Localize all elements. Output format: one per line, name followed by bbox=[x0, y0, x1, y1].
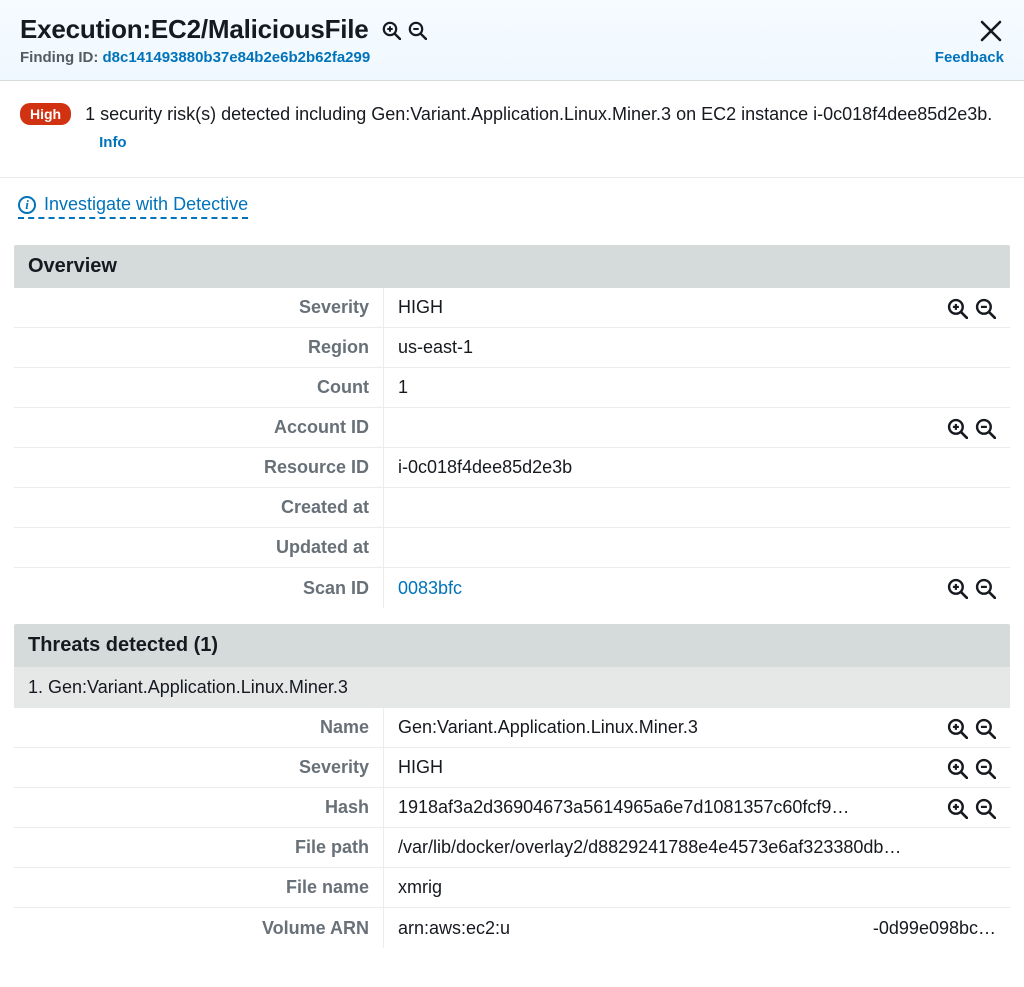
overview-section: Overview Severity HIGH Region us-east-1 … bbox=[14, 245, 1010, 608]
zoom-out-icon[interactable] bbox=[974, 417, 996, 439]
label-threat-severity: Severity bbox=[14, 748, 384, 787]
label-file-name: File name bbox=[14, 868, 384, 907]
zoom-out-icon[interactable] bbox=[974, 577, 996, 599]
finding-id-label: Finding ID: bbox=[20, 49, 98, 66]
row-file-name: File name xmrig bbox=[14, 868, 1010, 908]
row-volume-arn: Volume ARN arn:aws:ec2:u -0d99e098bc… bbox=[14, 908, 1010, 948]
description-body: 1 security risk(s) detected including Ge… bbox=[85, 104, 992, 124]
value-scan-id[interactable]: 0083bfc bbox=[398, 578, 462, 599]
threat-item-heading: 1. Gen:Variant.Application.Linux.Miner.3 bbox=[14, 667, 1010, 708]
value-volume-arn: arn:aws:ec2:u -0d99e098bc… bbox=[398, 918, 996, 939]
description-text: 1 security risk(s) detected including Ge… bbox=[85, 101, 1004, 155]
zoom-out-icon[interactable] bbox=[974, 797, 996, 819]
close-icon[interactable] bbox=[978, 18, 1004, 44]
label-severity: Severity bbox=[14, 288, 384, 327]
feedback-link[interactable]: Feedback bbox=[935, 49, 1004, 66]
finding-detail-panel: Execution:EC2/MaliciousFile Finding ID: … bbox=[0, 0, 1024, 948]
label-scan-id: Scan ID bbox=[14, 568, 384, 608]
value-count: 1 bbox=[398, 377, 408, 398]
investigate-row: i Investigate with Detective bbox=[0, 178, 1024, 229]
threats-section: Threats detected (1) 1. Gen:Variant.Appl… bbox=[14, 624, 1010, 948]
value-threat-name: Gen:Variant.Application.Linux.Miner.3 bbox=[398, 717, 698, 738]
zoom-out-icon[interactable] bbox=[407, 20, 427, 40]
value-threat-hash: 1918af3a2d36904673a5614965a6e7d1081357c6… bbox=[398, 797, 849, 818]
label-count: Count bbox=[14, 368, 384, 407]
zoom-in-icon[interactable] bbox=[946, 757, 968, 779]
row-account-id: Account ID bbox=[14, 408, 1010, 448]
zoom-in-icon[interactable] bbox=[946, 717, 968, 739]
severity-badge: High bbox=[20, 103, 71, 125]
volume-arn-right: -0d99e098bc… bbox=[826, 918, 996, 939]
row-updated-at: Updated at bbox=[14, 528, 1010, 568]
value-file-path: /var/lib/docker/overlay2/d8829241788e4e4… bbox=[398, 837, 901, 858]
row-region: Region us-east-1 bbox=[14, 328, 1010, 368]
value-severity: HIGH bbox=[398, 297, 443, 318]
zoom-out-icon[interactable] bbox=[974, 297, 996, 319]
label-region: Region bbox=[14, 328, 384, 367]
finding-title: Execution:EC2/MaliciousFile bbox=[20, 14, 369, 45]
investigate-label: Investigate with Detective bbox=[44, 194, 248, 215]
row-created-at: Created at bbox=[14, 488, 1010, 528]
finding-id-link[interactable]: d8c141493880b37e84b2e6b2b62fa299 bbox=[102, 49, 370, 66]
info-circle-icon: i bbox=[18, 196, 36, 214]
info-link[interactable]: Info bbox=[99, 134, 127, 151]
value-region: us-east-1 bbox=[398, 337, 473, 358]
row-scan-id: Scan ID 0083bfc bbox=[14, 568, 1010, 608]
zoom-in-icon[interactable] bbox=[946, 577, 968, 599]
overview-heading: Overview bbox=[14, 245, 1010, 288]
label-file-path: File path bbox=[14, 828, 384, 867]
label-threat-hash: Hash bbox=[14, 788, 384, 827]
zoom-in-icon[interactable] bbox=[946, 417, 968, 439]
zoom-out-icon[interactable] bbox=[974, 717, 996, 739]
label-created-at: Created at bbox=[14, 488, 384, 527]
zoom-in-icon[interactable] bbox=[381, 20, 401, 40]
zoom-in-icon[interactable] bbox=[946, 297, 968, 319]
zoom-out-icon[interactable] bbox=[974, 757, 996, 779]
row-threat-hash: Hash 1918af3a2d36904673a5614965a6e7d1081… bbox=[14, 788, 1010, 828]
zoom-in-icon[interactable] bbox=[946, 797, 968, 819]
value-file-name: xmrig bbox=[398, 877, 442, 898]
row-file-path: File path /var/lib/docker/overlay2/d8829… bbox=[14, 828, 1010, 868]
label-volume-arn: Volume ARN bbox=[14, 908, 384, 948]
investigate-detective-link[interactable]: i Investigate with Detective bbox=[18, 194, 248, 219]
finding-description: High 1 security risk(s) detected includi… bbox=[0, 81, 1024, 178]
label-resource-id: Resource ID bbox=[14, 448, 384, 487]
label-account-id: Account ID bbox=[14, 408, 384, 447]
row-resource-id: Resource ID i-0c018f4dee85d2e3b bbox=[14, 448, 1010, 488]
panel-header: Execution:EC2/MaliciousFile Finding ID: … bbox=[0, 0, 1024, 81]
row-threat-severity: Severity HIGH bbox=[14, 748, 1010, 788]
threats-heading: Threats detected (1) bbox=[14, 624, 1010, 667]
row-threat-name: Name Gen:Variant.Application.Linux.Miner… bbox=[14, 708, 1010, 748]
value-threat-severity: HIGH bbox=[398, 757, 443, 778]
volume-arn-left: arn:aws:ec2:u bbox=[398, 918, 528, 939]
label-threat-name: Name bbox=[14, 708, 384, 747]
label-updated-at: Updated at bbox=[14, 528, 384, 567]
row-count: Count 1 bbox=[14, 368, 1010, 408]
row-severity: Severity HIGH bbox=[14, 288, 1010, 328]
value-resource-id: i-0c018f4dee85d2e3b bbox=[398, 457, 572, 478]
